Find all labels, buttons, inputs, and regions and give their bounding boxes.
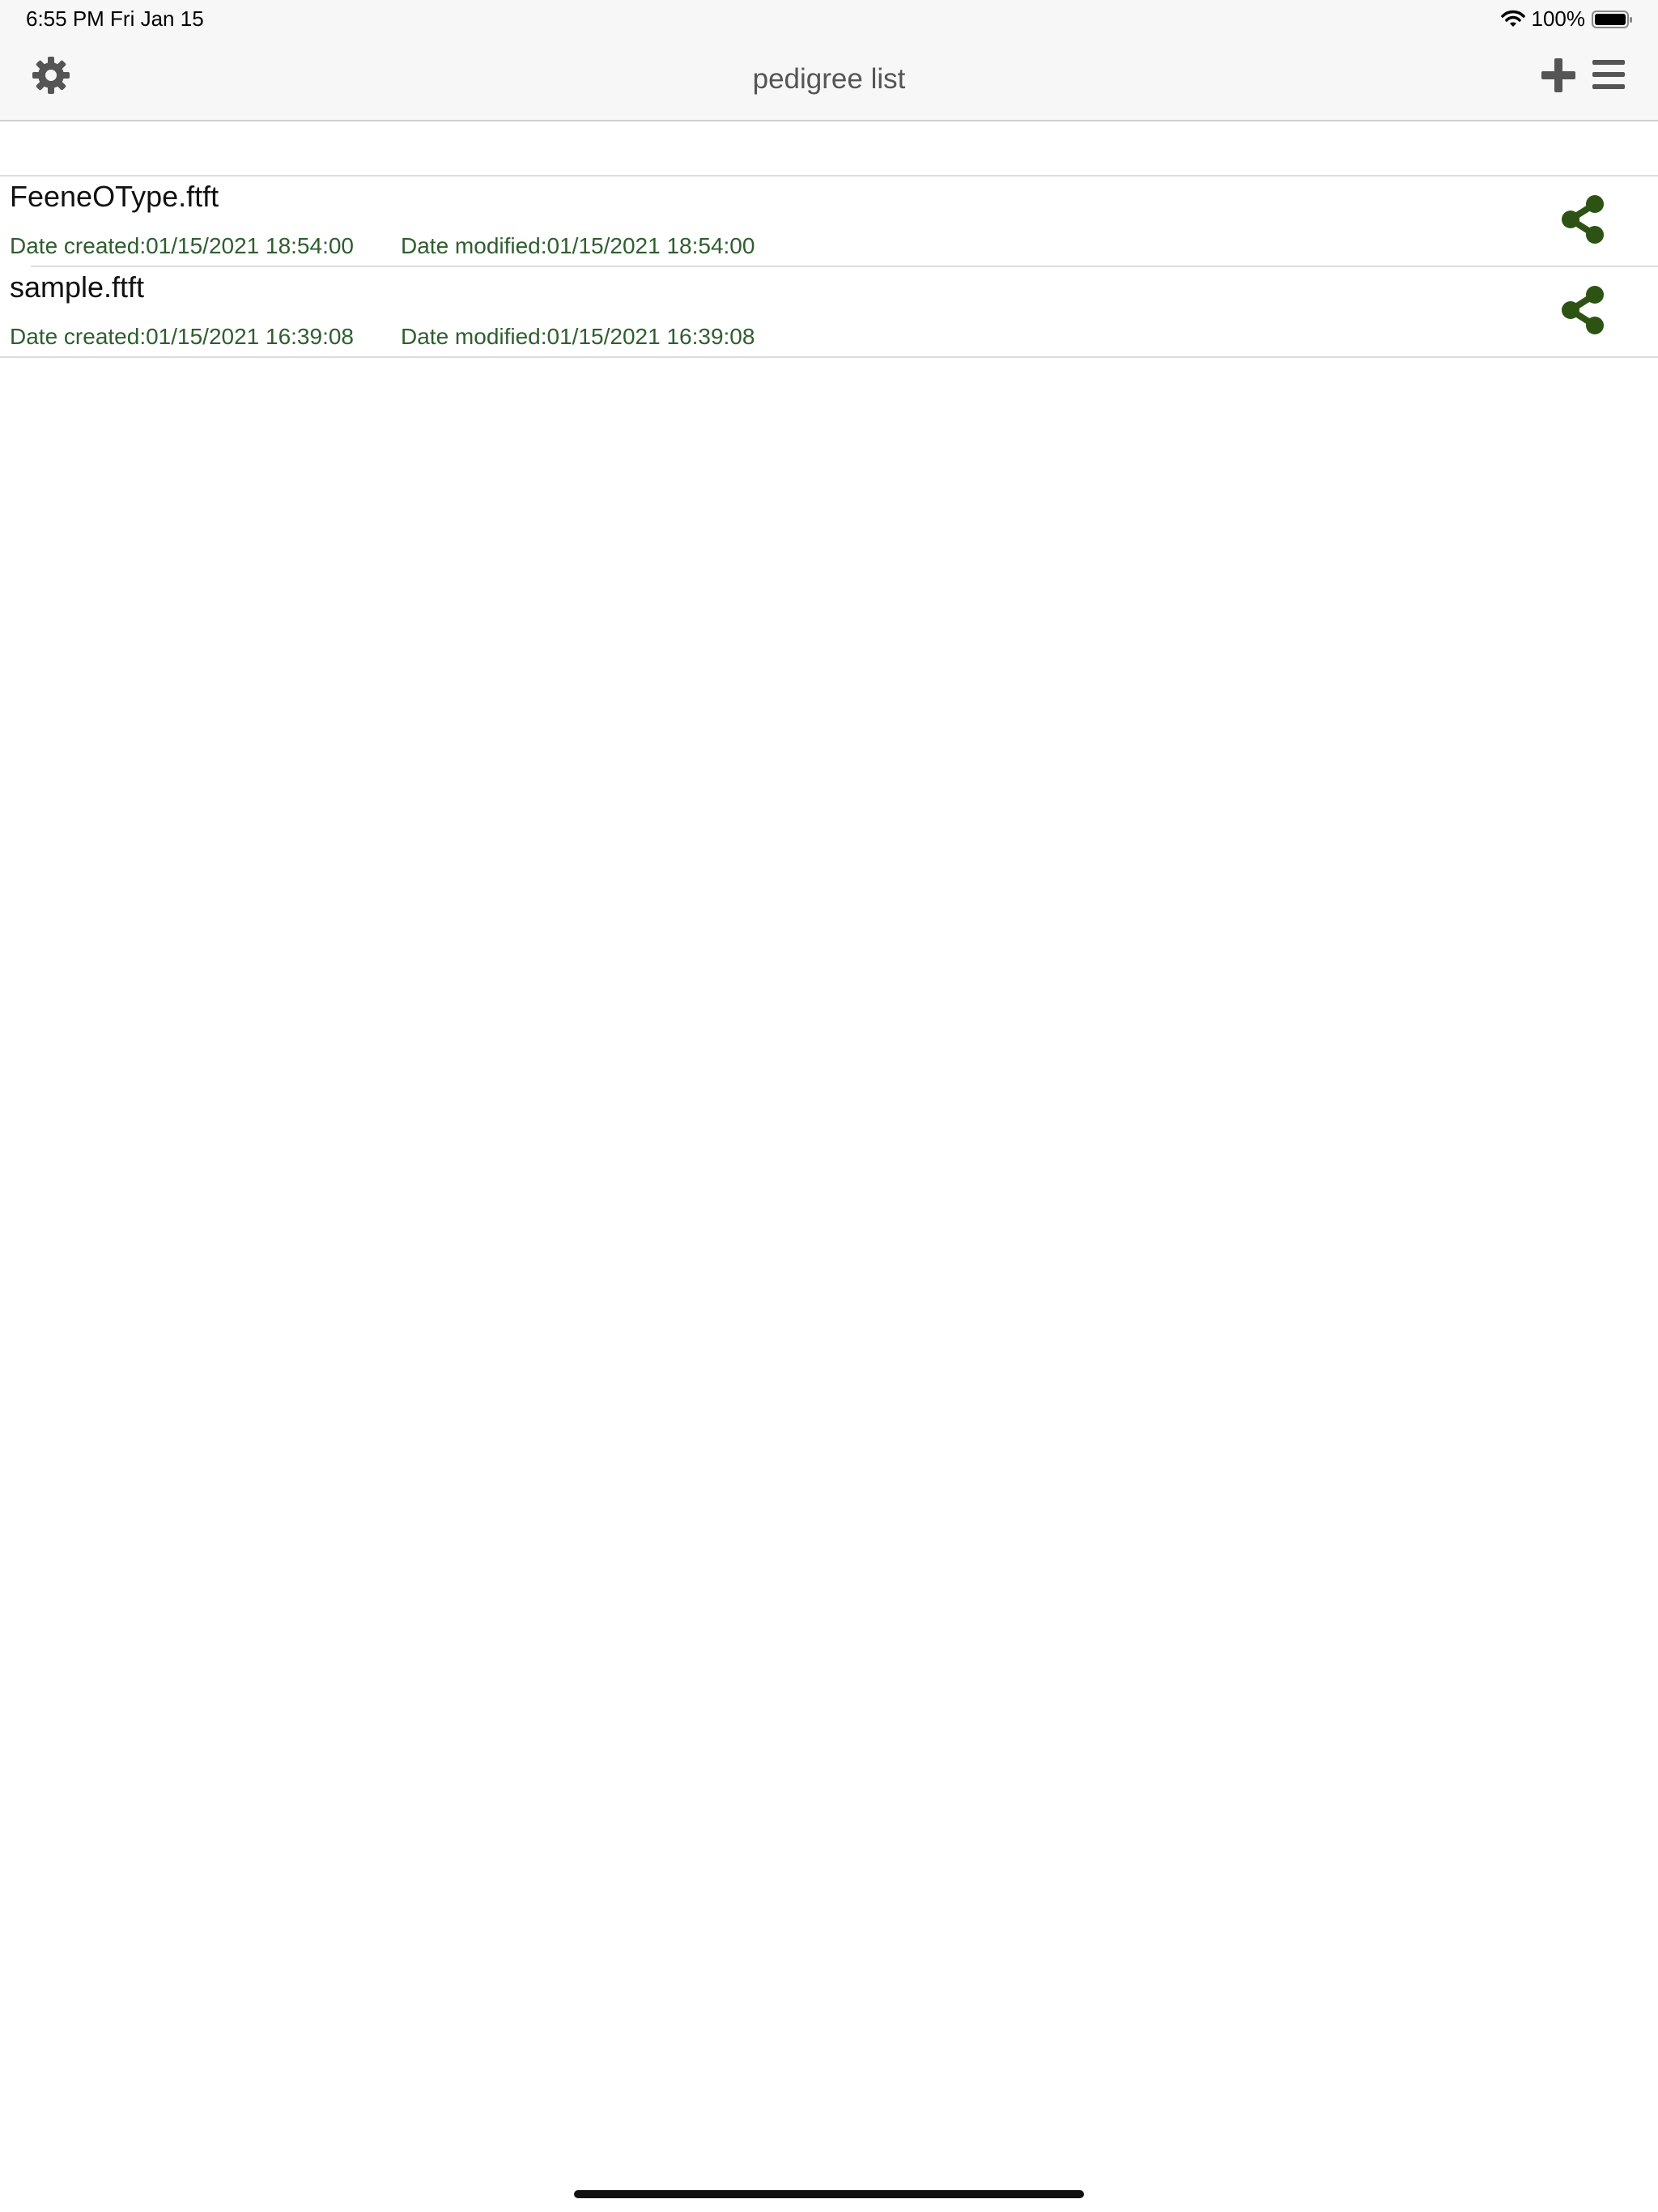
row-divider bbox=[0, 356, 1658, 358]
date-created: Date created:01/15/2021 16:39:08 bbox=[10, 324, 355, 349]
share-icon bbox=[1559, 195, 1606, 248]
page-title: pedigree list bbox=[752, 63, 906, 95]
add-button[interactable] bbox=[1540, 57, 1577, 94]
battery-icon bbox=[1592, 10, 1634, 29]
status-indicators: 100% bbox=[1500, 6, 1635, 32]
file-row[interactable]: FeeneOType.ftft Date created:01/15/2021 … bbox=[0, 177, 1658, 267]
battery-percent: 100% bbox=[1531, 6, 1586, 31]
date-created: Date created:01/15/2021 18:54:00 bbox=[10, 233, 355, 258]
file-name: FeeneOType.ftft bbox=[10, 180, 219, 213]
hamburger-menu-icon bbox=[1591, 60, 1626, 94]
file-name: sample.ftft bbox=[10, 270, 145, 304]
status-time: 6:55 PM Fri Jan 15 bbox=[26, 6, 204, 31]
home-indicator[interactable] bbox=[574, 2190, 1084, 2198]
plus-icon bbox=[1540, 58, 1577, 97]
wifi-icon bbox=[1500, 10, 1525, 29]
top-bar: 6:55 PM Fri Jan 15 100% pedigree list bbox=[0, 0, 1658, 121]
share-icon bbox=[1559, 286, 1606, 338]
share-button[interactable] bbox=[1559, 285, 1606, 335]
list-header-spacer bbox=[0, 121, 1658, 177]
menu-button[interactable] bbox=[1591, 58, 1626, 91]
file-row[interactable]: sample.ftft Date created:01/15/2021 16:3… bbox=[0, 267, 1658, 358]
date-modified: Date modified:01/15/2021 16:39:08 bbox=[401, 324, 755, 349]
share-button[interactable] bbox=[1559, 194, 1606, 245]
file-list: FeeneOType.ftft Date created:01/15/2021 … bbox=[0, 177, 1658, 358]
date-modified: Date modified:01/15/2021 18:54:00 bbox=[401, 233, 755, 258]
